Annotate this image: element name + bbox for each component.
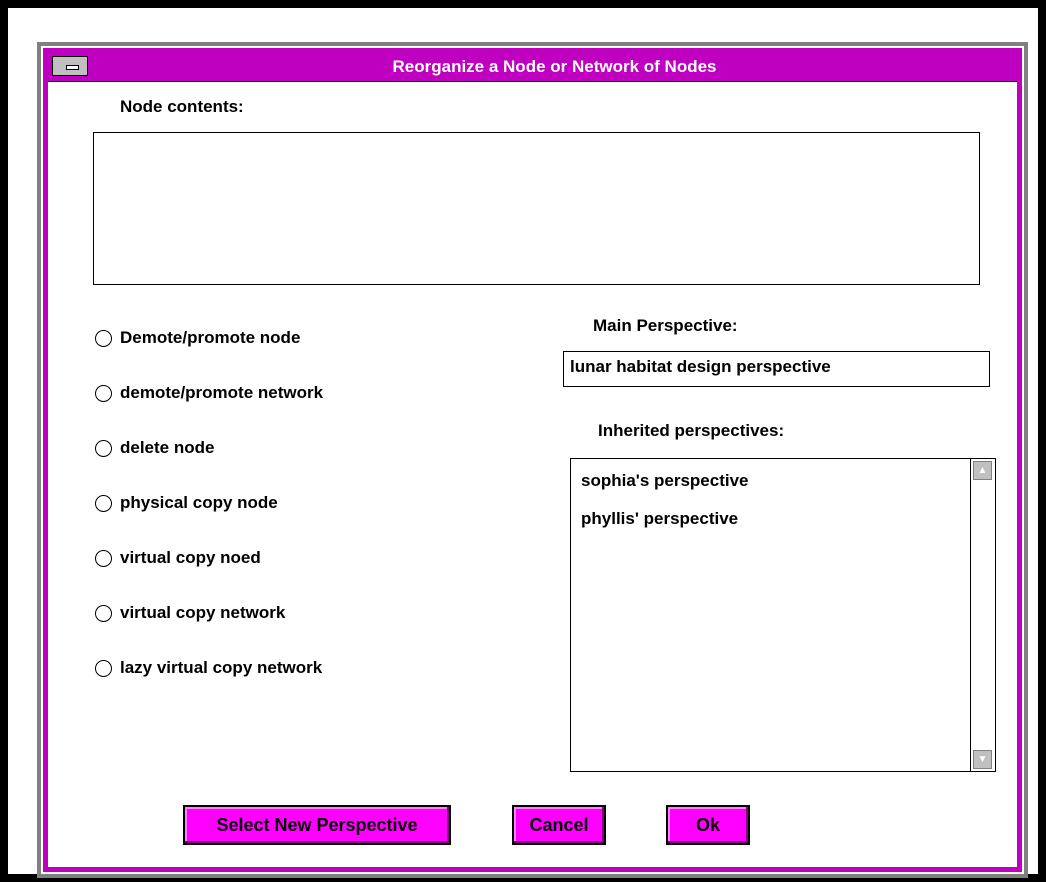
list-item[interactable]: sophia's perspective xyxy=(581,471,749,491)
window-title: Reorganize a Node or Network of Nodes xyxy=(392,57,717,76)
option-label: virtual copy noed xyxy=(120,548,261,567)
option-demote-promote-network[interactable]: demote/promote network xyxy=(95,381,323,405)
down-arrow-icon[interactable]: ▼ xyxy=(973,750,992,769)
option-delete-node[interactable]: delete node xyxy=(95,436,214,460)
main-perspective-label: Main Perspective: xyxy=(593,316,738,335)
option-label: lazy virtual copy network xyxy=(120,658,323,677)
node-contents-label: Node contents: xyxy=(120,97,244,116)
list-item[interactable]: phyllis' perspective xyxy=(581,509,738,529)
radio-button[interactable] xyxy=(95,549,112,567)
ok-button[interactable]: Ok xyxy=(666,805,750,845)
main-perspective-field[interactable]: lunar habitat design perspective xyxy=(563,351,990,387)
radio-button[interactable] xyxy=(95,384,112,402)
system-menu-icon[interactable] xyxy=(52,56,88,76)
option-virtual-copy-network[interactable]: virtual copy network xyxy=(95,601,285,625)
inherited-perspectives-label: Inherited perspectives: xyxy=(598,421,785,440)
option-label: demote/promote network xyxy=(120,383,324,402)
cancel-button[interactable]: Cancel xyxy=(512,805,606,845)
radio-button[interactable] xyxy=(95,329,112,347)
inherited-perspectives-list[interactable]: sophia's perspective phyllis' perspectiv… xyxy=(570,458,996,772)
radio-button[interactable] xyxy=(95,439,112,457)
option-label: delete node xyxy=(120,438,215,457)
option-label: Demote/promote node xyxy=(120,328,301,347)
up-arrow-icon[interactable]: ▲ xyxy=(973,461,992,480)
option-physical-copy-node[interactable]: physical copy node xyxy=(95,491,278,515)
title-bar[interactable]: Reorganize a Node or Network of Nodes xyxy=(48,53,1017,82)
option-label: virtual copy network xyxy=(120,603,286,622)
radio-button[interactable] xyxy=(95,659,112,677)
node-contents-field[interactable] xyxy=(93,132,980,285)
screen-frame: Reorganize a Node or Network of Nodes No… xyxy=(0,0,1046,882)
dialog-window: Reorganize a Node or Network of Nodes No… xyxy=(37,42,1028,878)
radio-button[interactable] xyxy=(95,494,112,512)
option-lazy-virtual-copy-network[interactable]: lazy virtual copy network xyxy=(95,656,322,680)
vertical-scrollbar[interactable]: ▲ ▼ xyxy=(970,459,995,771)
radio-button[interactable] xyxy=(95,604,112,622)
option-label: physical copy node xyxy=(120,493,278,512)
option-demote-promote-node[interactable]: Demote/promote node xyxy=(95,326,300,350)
option-virtual-copy-node[interactable]: virtual copy noed xyxy=(95,546,261,570)
select-new-perspective-button[interactable]: Select New Perspective xyxy=(183,805,451,845)
dialog-body: Reorganize a Node or Network of Nodes No… xyxy=(43,48,1022,872)
